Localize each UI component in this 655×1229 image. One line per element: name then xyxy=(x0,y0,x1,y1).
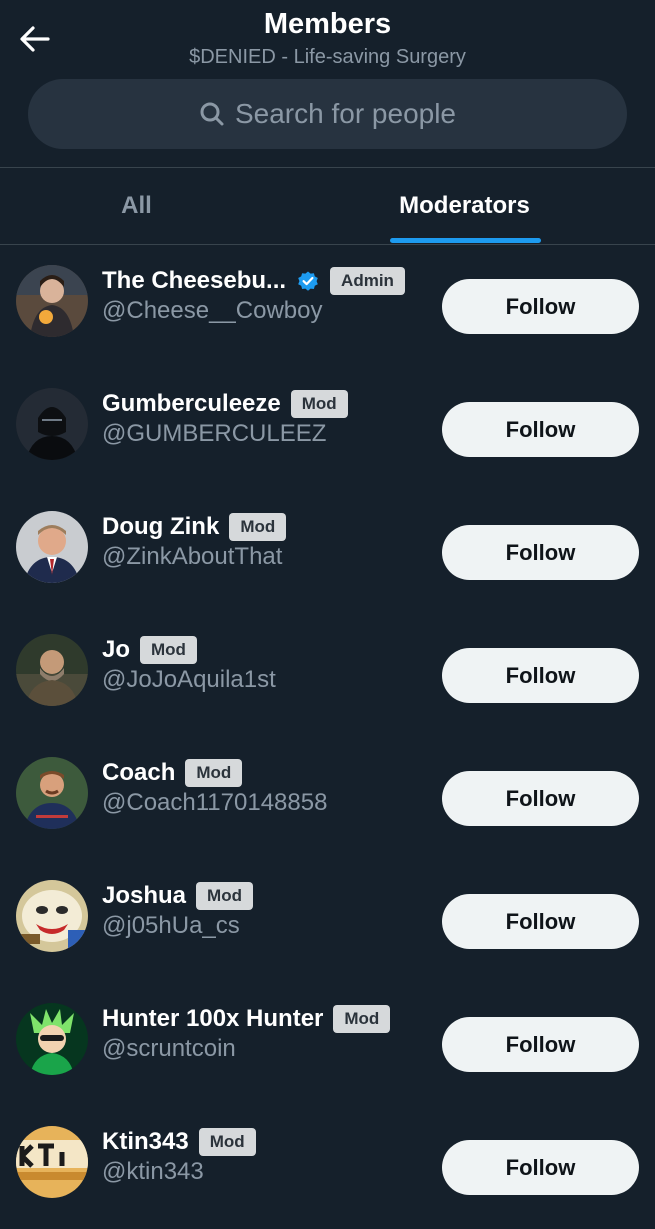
member-name: Ktin343 xyxy=(102,1128,189,1155)
member-name-line: The Cheesebu... Admin xyxy=(102,265,405,297)
search-input[interactable]: Search for people xyxy=(28,79,627,149)
member-name: Gumberculeeze xyxy=(102,390,281,417)
member-row[interactable]: The Cheesebu... Admin @Cheese__Cowboy Fo… xyxy=(0,245,655,368)
member-handle: @j05hUa_cs xyxy=(102,912,240,939)
member-row[interactable]: Joshua Mod @j05hUa_cs Follow xyxy=(0,860,655,983)
member-name-line: Doug Zink Mod xyxy=(102,511,287,543)
search-icon xyxy=(200,102,224,126)
member-row[interactable]: Jo Mod @JoJoAquila1st Follow xyxy=(0,614,655,737)
verified-badge-icon xyxy=(298,271,318,291)
member-name-line: Joshua Mod xyxy=(102,880,253,912)
member-name: Doug Zink xyxy=(102,513,220,540)
member-name: Jo xyxy=(102,636,131,663)
member-handle: @ktin343 xyxy=(102,1158,204,1185)
member-row[interactable]: Coach Mod @Coach1170148858 Follow xyxy=(0,737,655,860)
member-name: The Cheesebu... xyxy=(102,267,287,294)
tab-moderators[interactable]: Moderators xyxy=(328,168,601,244)
role-badge: Mod xyxy=(140,636,197,664)
follow-button[interactable]: Follow xyxy=(442,648,639,703)
member-name: Joshua xyxy=(102,882,187,909)
member-name: Coach xyxy=(102,759,176,786)
role-badge: Mod xyxy=(333,1005,391,1033)
avatar[interactable] xyxy=(16,388,88,460)
member-handle: @GUMBERCULEEZ xyxy=(102,420,327,447)
header: Members $DENIED - Life-saving Surgery Se… xyxy=(0,0,655,168)
member-name-line: Hunter 100x Hunter Mod xyxy=(102,1003,391,1035)
follow-button[interactable]: Follow xyxy=(442,279,639,334)
active-tab-indicator xyxy=(390,238,541,243)
member-name: Hunter 100x Hunter xyxy=(102,1005,324,1032)
member-row[interactable]: Gumberculeeze Mod @GUMBERCULEEZ Follow xyxy=(0,368,655,491)
tab-all[interactable]: All xyxy=(0,168,273,244)
avatar[interactable] xyxy=(16,634,88,706)
member-row[interactable]: Doug Zink Mod @ZinkAboutThat Follow xyxy=(0,491,655,614)
role-badge: Admin xyxy=(330,267,405,295)
avatar[interactable] xyxy=(16,511,88,583)
role-badge: Mod xyxy=(290,390,348,418)
member-name-line: Coach Mod xyxy=(102,757,243,789)
role-badge: Mod xyxy=(229,513,287,541)
avatar[interactable] xyxy=(16,1126,88,1198)
member-handle: @ZinkAboutThat xyxy=(102,543,283,570)
follow-button[interactable]: Follow xyxy=(442,525,639,580)
member-handle: @Coach1170148858 xyxy=(102,789,328,816)
member-row[interactable]: Ktin343 Mod @ktin343 Follow xyxy=(0,1106,655,1229)
page-subtitle: $DENIED - Life-saving Surgery xyxy=(189,46,466,68)
member-name-line: Ktin343 Mod xyxy=(102,1126,256,1158)
tab-bar: All Moderators xyxy=(0,168,655,244)
member-handle: @scruntcoin xyxy=(102,1035,236,1062)
role-badge: Mod xyxy=(196,882,253,910)
avatar[interactable] xyxy=(16,757,88,829)
role-badge: Mod xyxy=(185,759,243,787)
member-handle: @JoJoAquila1st xyxy=(102,666,276,693)
avatar[interactable] xyxy=(16,265,88,337)
role-badge: Mod xyxy=(198,1128,256,1156)
member-name-line: Jo Mod xyxy=(102,634,197,666)
member-row[interactable]: Hunter 100x Hunter Mod @scruntcoin Follo… xyxy=(0,983,655,1106)
follow-button[interactable]: Follow xyxy=(442,1140,639,1195)
avatar[interactable] xyxy=(16,880,88,952)
member-name-line: Gumberculeeze Mod xyxy=(102,388,348,420)
follow-button[interactable]: Follow xyxy=(442,402,639,457)
member-handle: @Cheese__Cowboy xyxy=(102,297,323,324)
avatar[interactable] xyxy=(16,1003,88,1075)
follow-button[interactable]: Follow xyxy=(442,894,639,949)
follow-button[interactable]: Follow xyxy=(442,1017,639,1072)
search-placeholder: Search for people xyxy=(234,98,457,129)
follow-button[interactable]: Follow xyxy=(442,771,639,826)
page-title: Members xyxy=(263,8,392,40)
